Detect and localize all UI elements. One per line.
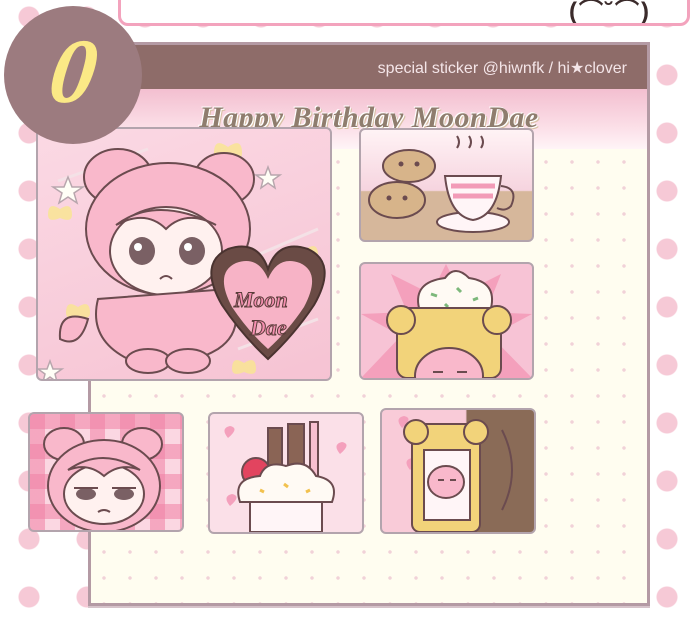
pudding-icon	[361, 264, 532, 378]
sticker-parfait[interactable]	[208, 412, 364, 534]
heart-text-dae: Dae	[249, 315, 287, 340]
sheet-credit: special sticker @hiwnfk / hi★clover	[377, 60, 627, 77]
bear-face-icon	[43, 427, 163, 530]
parfait-icon	[224, 421, 347, 532]
heart-sign-icon: Moon Dae	[210, 245, 326, 361]
sticker-main-character[interactable]: Moon Dae	[36, 127, 332, 381]
top-banner: (⌒˘⌒)	[118, 0, 690, 26]
number-badge: 0	[4, 6, 142, 144]
coffee-icon	[398, 416, 513, 532]
cookies-and-tea-icon	[368, 135, 515, 233]
banner-glyphs: (⌒˘⌒)	[569, 0, 651, 25]
sticker-coffee[interactable]	[380, 408, 536, 534]
heart-text-moon: Moon	[233, 287, 288, 312]
sticker-bear-check[interactable]	[28, 412, 184, 532]
badge-number: 0	[43, 20, 104, 122]
sticker-pudding[interactable]	[359, 262, 534, 380]
sticker-cookies-tea[interactable]	[359, 128, 534, 242]
sheet-header: special sticker @hiwnfk / hi★clover	[91, 45, 647, 89]
